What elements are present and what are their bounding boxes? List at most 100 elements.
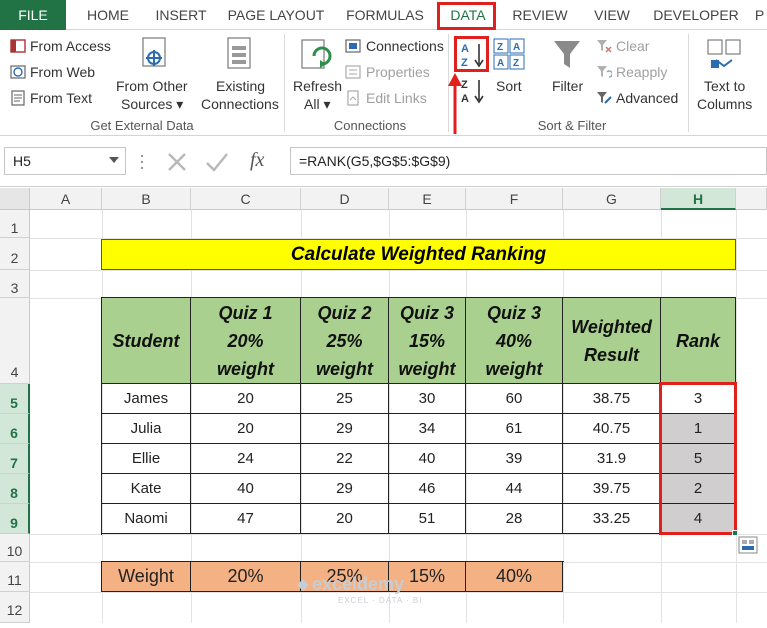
- row-header-9[interactable]: 9: [0, 504, 30, 534]
- insert-function-button[interactable]: fx: [250, 149, 264, 172]
- table-cell[interactable]: 25: [301, 384, 389, 414]
- cancel-icon[interactable]: [166, 151, 188, 173]
- row-header-12[interactable]: 12: [0, 592, 30, 623]
- clear-button[interactable]: Clear: [616, 38, 649, 54]
- table-cell[interactable]: 29: [301, 474, 389, 504]
- header-student[interactable]: Student: [102, 298, 191, 384]
- from-text-button[interactable]: From Text: [30, 90, 92, 106]
- tab-review[interactable]: REVIEW: [507, 0, 573, 30]
- refresh-all-caret[interactable]: All ▾: [304, 96, 330, 113]
- header-quiz-3b[interactable]: Quiz 3 40% weight: [466, 298, 563, 384]
- sort-button[interactable]: Sort: [496, 78, 522, 94]
- text-to-columns-label[interactable]: Columns: [697, 96, 752, 112]
- tab-page-layout[interactable]: PAGE LAYOUT: [225, 0, 327, 30]
- refresh-all-button[interactable]: Refresh: [293, 78, 342, 94]
- weight-cell[interactable]: 40%: [466, 562, 563, 592]
- row-header-8[interactable]: 8: [0, 474, 30, 504]
- column-header-f[interactable]: F: [466, 188, 563, 210]
- table-cell[interactable]: 22: [301, 444, 389, 474]
- table-cell[interactable]: 61: [466, 414, 563, 444]
- formula-bar: H5 fx =RANK(G5,$G$5:$G$9): [0, 137, 767, 187]
- weight-cell[interactable]: 20%: [191, 562, 301, 592]
- table-cell[interactable]: 28: [466, 504, 563, 534]
- table-cell[interactable]: 20: [301, 504, 389, 534]
- table-cell[interactable]: 44: [466, 474, 563, 504]
- name-box[interactable]: H5: [4, 147, 126, 175]
- rank-selection-highlight: [659, 382, 737, 535]
- tab-view[interactable]: VIEW: [587, 0, 637, 30]
- table-cell[interactable]: Naomi: [102, 504, 191, 534]
- tab-developer[interactable]: DEVELOPER: [648, 0, 744, 30]
- formula-input[interactable]: =RANK(G5,$G$5:$G$9): [290, 147, 767, 175]
- column-header-d[interactable]: D: [301, 188, 389, 210]
- row-header-5[interactable]: 5: [0, 384, 30, 414]
- column-header-e[interactable]: E: [389, 188, 466, 210]
- table-cell[interactable]: Ellie: [102, 444, 191, 474]
- header-weighted-result[interactable]: Weighted Result: [563, 298, 661, 384]
- table-cell[interactable]: 20: [191, 384, 301, 414]
- table-cell[interactable]: 39: [466, 444, 563, 474]
- table-cell[interactable]: 51: [389, 504, 466, 534]
- table-cell[interactable]: 38.75: [563, 384, 661, 414]
- from-access-button[interactable]: From Access: [30, 38, 111, 54]
- table-cell[interactable]: 46: [389, 474, 466, 504]
- column-header-c[interactable]: C: [191, 188, 301, 210]
- table-cell[interactable]: 60: [466, 384, 563, 414]
- text-to-columns-button[interactable]: Text to: [704, 78, 745, 94]
- from-other-sources-button[interactable]: From Other: [116, 78, 188, 94]
- tab-home[interactable]: HOME: [78, 0, 138, 30]
- existing-connections-button[interactable]: Existing: [216, 78, 265, 94]
- tab-formulas[interactable]: FORMULAS: [340, 0, 430, 30]
- row-header-1[interactable]: 1: [0, 210, 30, 238]
- edit-links-button[interactable]: Edit Links: [366, 90, 427, 106]
- row-header-11[interactable]: 11: [0, 562, 30, 592]
- chevron-down-icon[interactable]: [109, 157, 119, 163]
- from-other-sources-caret[interactable]: Sources ▾: [121, 96, 183, 113]
- table-cell[interactable]: 40: [389, 444, 466, 474]
- row-header-6[interactable]: 6: [0, 414, 30, 444]
- table-cell[interactable]: 29: [301, 414, 389, 444]
- row-header-4[interactable]: 4: [0, 298, 30, 384]
- advanced-button[interactable]: Advanced: [616, 90, 678, 106]
- table-cell[interactable]: 31.9: [563, 444, 661, 474]
- column-header-h[interactable]: H: [661, 188, 736, 210]
- header-rank[interactable]: Rank: [661, 298, 736, 384]
- properties-button[interactable]: Properties: [366, 64, 430, 80]
- weight-label[interactable]: Weight: [102, 562, 191, 592]
- table-cell[interactable]: 40.75: [563, 414, 661, 444]
- row-header-7[interactable]: 7: [0, 444, 30, 474]
- table-cell[interactable]: Julia: [102, 414, 191, 444]
- filter-button[interactable]: Filter: [552, 78, 583, 94]
- table-cell[interactable]: 47: [191, 504, 301, 534]
- table-cell[interactable]: 39.75: [563, 474, 661, 504]
- column-header-g[interactable]: G: [563, 188, 661, 210]
- table-cell[interactable]: 24: [191, 444, 301, 474]
- table-cell[interactable]: 40: [191, 474, 301, 504]
- table-cell[interactable]: James: [102, 384, 191, 414]
- existing-connections-label[interactable]: Connections: [201, 96, 279, 112]
- table-cell[interactable]: 20: [191, 414, 301, 444]
- quick-analysis-icon[interactable]: [738, 536, 758, 554]
- column-header-a[interactable]: A: [30, 188, 102, 210]
- column-header-i[interactable]: [736, 188, 767, 210]
- row-header-10[interactable]: 10: [0, 534, 30, 562]
- table-cell[interactable]: 33.25: [563, 504, 661, 534]
- table-cell[interactable]: 30: [389, 384, 466, 414]
- tab-file[interactable]: FILE: [0, 0, 66, 30]
- header-quiz-2[interactable]: Quiz 2 25% weight: [301, 298, 389, 384]
- connections-button[interactable]: Connections: [366, 38, 444, 54]
- header-quiz-1[interactable]: Quiz 1 20% weight: [191, 298, 301, 384]
- header-quiz-3a[interactable]: Quiz 3 15% weight: [389, 298, 466, 384]
- sheet-title[interactable]: Calculate Weighted Ranking: [101, 239, 736, 270]
- tab-insert[interactable]: INSERT: [150, 0, 212, 30]
- table-cell[interactable]: Kate: [102, 474, 191, 504]
- select-all-corner[interactable]: [0, 188, 30, 210]
- table-cell[interactable]: 34: [389, 414, 466, 444]
- column-header-b[interactable]: B: [102, 188, 191, 210]
- from-web-button[interactable]: From Web: [30, 64, 95, 80]
- enter-check-icon[interactable]: [205, 151, 229, 173]
- row-header-3[interactable]: 3: [0, 270, 30, 298]
- tab-overflow[interactable]: P: [752, 0, 767, 30]
- row-header-2[interactable]: 2: [0, 238, 30, 270]
- reapply-button[interactable]: Reapply: [616, 64, 667, 80]
